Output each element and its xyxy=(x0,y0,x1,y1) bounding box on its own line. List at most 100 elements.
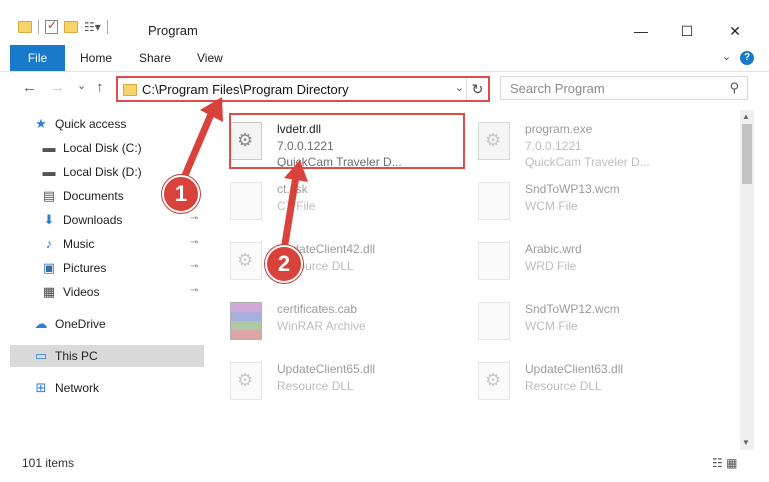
sidebar-item-label: Pictures xyxy=(63,261,107,275)
rar-icon xyxy=(230,302,262,340)
forward-button[interactable]: → xyxy=(50,79,65,96)
sidebar-item[interactable]: ▦ Videos ⊸ xyxy=(10,281,204,303)
dll-icon xyxy=(230,242,262,280)
toolbar-divider xyxy=(106,20,108,34)
sidebar-item[interactable]: ▣ Pictures ⊸ xyxy=(10,257,204,279)
new-folder-icon[interactable] xyxy=(64,21,78,33)
refresh-button[interactable]: ↻ xyxy=(466,78,488,100)
chevron-down-icon[interactable]: ⌄ xyxy=(455,81,464,94)
file-item[interactable]: Arabic.wrd WRD File xyxy=(458,232,698,288)
sidebar-item-label: Music xyxy=(63,237,95,251)
callout-badge-1: 1 xyxy=(162,175,200,213)
search-icon[interactable]: ⚲ xyxy=(729,80,739,96)
help-icon[interactable]: ? xyxy=(740,51,754,65)
tab-home[interactable]: Home xyxy=(80,51,112,65)
sidebar-item-label: OneDrive xyxy=(55,317,106,331)
file-item[interactable]: UpdateClient42.dllResource DLL xyxy=(210,232,450,288)
search-input[interactable]: Search Program ⚲ xyxy=(500,76,748,100)
tab-file[interactable]: File xyxy=(10,45,65,71)
ribbon-tabs: File Home Share View ⌄ ? xyxy=(0,44,769,72)
sidebar-item-label: Documents xyxy=(63,189,124,203)
file-icon xyxy=(478,302,510,340)
exe-icon xyxy=(478,122,510,160)
file-name: UpdateClient65.dll xyxy=(277,362,376,376)
scrollbar[interactable]: ▲ ▼ xyxy=(740,110,754,450)
scroll-up-icon[interactable]: ▲ xyxy=(742,112,750,121)
file-item[interactable]: UpdateClient65.dll Resource DLL xyxy=(210,352,450,408)
address-bar[interactable]: C:\Program Files\Program Directory ⌄ ↻ xyxy=(116,76,490,102)
file-item[interactable]: ct.tlsk CT File xyxy=(210,172,450,228)
file-item[interactable]: SndToWP12.wcm WCM File xyxy=(458,292,698,348)
sidebar-item-label: Videos xyxy=(63,285,100,299)
highlight-box xyxy=(229,113,465,169)
cloud-icon: ☁ xyxy=(34,316,48,331)
file-name: Arabic.wrd xyxy=(525,242,582,256)
sidebar-item[interactable]: ★ Quick access xyxy=(10,113,204,135)
file-item[interactable]: certificates.cab WinRAR Archive xyxy=(210,292,450,348)
pin-icon[interactable]: ⊸ xyxy=(190,261,198,272)
scroll-thumb[interactable] xyxy=(742,124,752,184)
callout-badge-2: 2 xyxy=(265,245,303,283)
toolbar-divider xyxy=(38,20,39,34)
properties-icon[interactable] xyxy=(45,18,58,34)
pictures-icon: ▣ xyxy=(42,260,56,275)
documents-icon: ▤ xyxy=(42,188,56,203)
customize-toolbar-icon[interactable]: ☷▾ xyxy=(84,20,101,34)
folder-icon xyxy=(123,84,137,96)
file-name: certificates.cab xyxy=(277,302,358,316)
quick-access-toolbar: ☷▾ xyxy=(18,18,108,34)
pin-icon[interactable]: ⊸ xyxy=(190,237,198,248)
file-item[interactable]: UpdateClient63.dll Resource DLL xyxy=(458,352,698,408)
file-name: SndToWP13.wcm xyxy=(525,182,620,196)
navigation-pane: ★ Quick access ▬ Local Disk (C:) ▬ Local Disk… xyxy=(10,110,206,450)
sidebar-item[interactable]: ☁ OneDrive xyxy=(10,313,204,335)
tab-share[interactable]: Share xyxy=(139,51,171,65)
file-item[interactable]: SndToWP13.wcm WCM File xyxy=(458,172,698,228)
file-icon xyxy=(230,182,262,220)
star-icon: ★ xyxy=(35,116,47,131)
navigation-bar: ← → ⌄ ↑ C:\Program Files\Program Directo… xyxy=(0,72,769,104)
file-detail: Resource DLL xyxy=(277,379,354,393)
sidebar-item[interactable]: ▬ Local Disk (C:) xyxy=(10,137,204,159)
scroll-down-icon[interactable]: ▼ xyxy=(742,438,750,447)
tab-view[interactable]: View xyxy=(197,51,223,65)
item-count: 101 items xyxy=(22,456,75,470)
drive-icon: ▬ xyxy=(42,140,56,155)
close-button[interactable]: ✕ xyxy=(712,20,758,42)
file-name: SndToWP12.wcm xyxy=(525,302,620,316)
pin-icon[interactable]: ⊸ xyxy=(190,285,198,296)
expand-ribbon-icon[interactable]: ⌄ xyxy=(722,50,731,63)
sidebar-item-label: Network xyxy=(55,381,100,395)
network-icon: ⊞ xyxy=(35,380,47,395)
folder-icon[interactable] xyxy=(18,21,32,33)
pin-icon[interactable]: ⊸ xyxy=(190,213,198,224)
file-detail: 7.0.0.1221 xyxy=(525,139,582,153)
videos-icon: ▦ xyxy=(42,284,56,299)
sidebar-item-label: Quick access xyxy=(55,117,127,131)
file-detail: WRD File xyxy=(525,259,577,273)
recent-locations-button[interactable]: ⌄ xyxy=(77,79,86,92)
sidebar-item[interactable]: ▭ This PC xyxy=(10,345,204,367)
file-detail: WCM File xyxy=(525,319,578,333)
sidebar-item-label: Local Disk (C:) xyxy=(63,141,142,155)
file-name: program.exe xyxy=(525,122,593,136)
file-detail: CT File xyxy=(277,199,316,213)
file-description: QuickCam Traveler D... xyxy=(525,155,650,169)
file-icon xyxy=(478,242,510,280)
status-bar: 101 items ☷ ▦ xyxy=(0,452,769,474)
file-name: ct.tlsk xyxy=(277,182,308,196)
file-item[interactable]: program.exe 7.0.0.1221 QuickCam Traveler D… xyxy=(458,112,698,169)
minimize-button[interactable]: — xyxy=(618,20,664,42)
maximize-button[interactable]: ☐ xyxy=(664,20,710,42)
file-detail: Resource DLL xyxy=(525,379,602,393)
back-button[interactable]: ← xyxy=(22,79,37,96)
window-title: Program xyxy=(148,23,198,38)
sidebar-item-label: Downloads xyxy=(63,213,123,227)
dll-icon xyxy=(478,362,510,400)
sidebar-item[interactable]: ♪ Music ⊸ xyxy=(10,233,204,255)
up-button[interactable]: ↑ xyxy=(96,79,104,96)
sidebar-item[interactable]: ⊞ Network xyxy=(10,377,204,399)
view-mode-icons[interactable]: ☷ ▦ xyxy=(712,456,737,470)
file-detail: WCM File xyxy=(525,199,578,213)
address-path[interactable]: C:\Program Files\Program Directory xyxy=(142,82,349,97)
